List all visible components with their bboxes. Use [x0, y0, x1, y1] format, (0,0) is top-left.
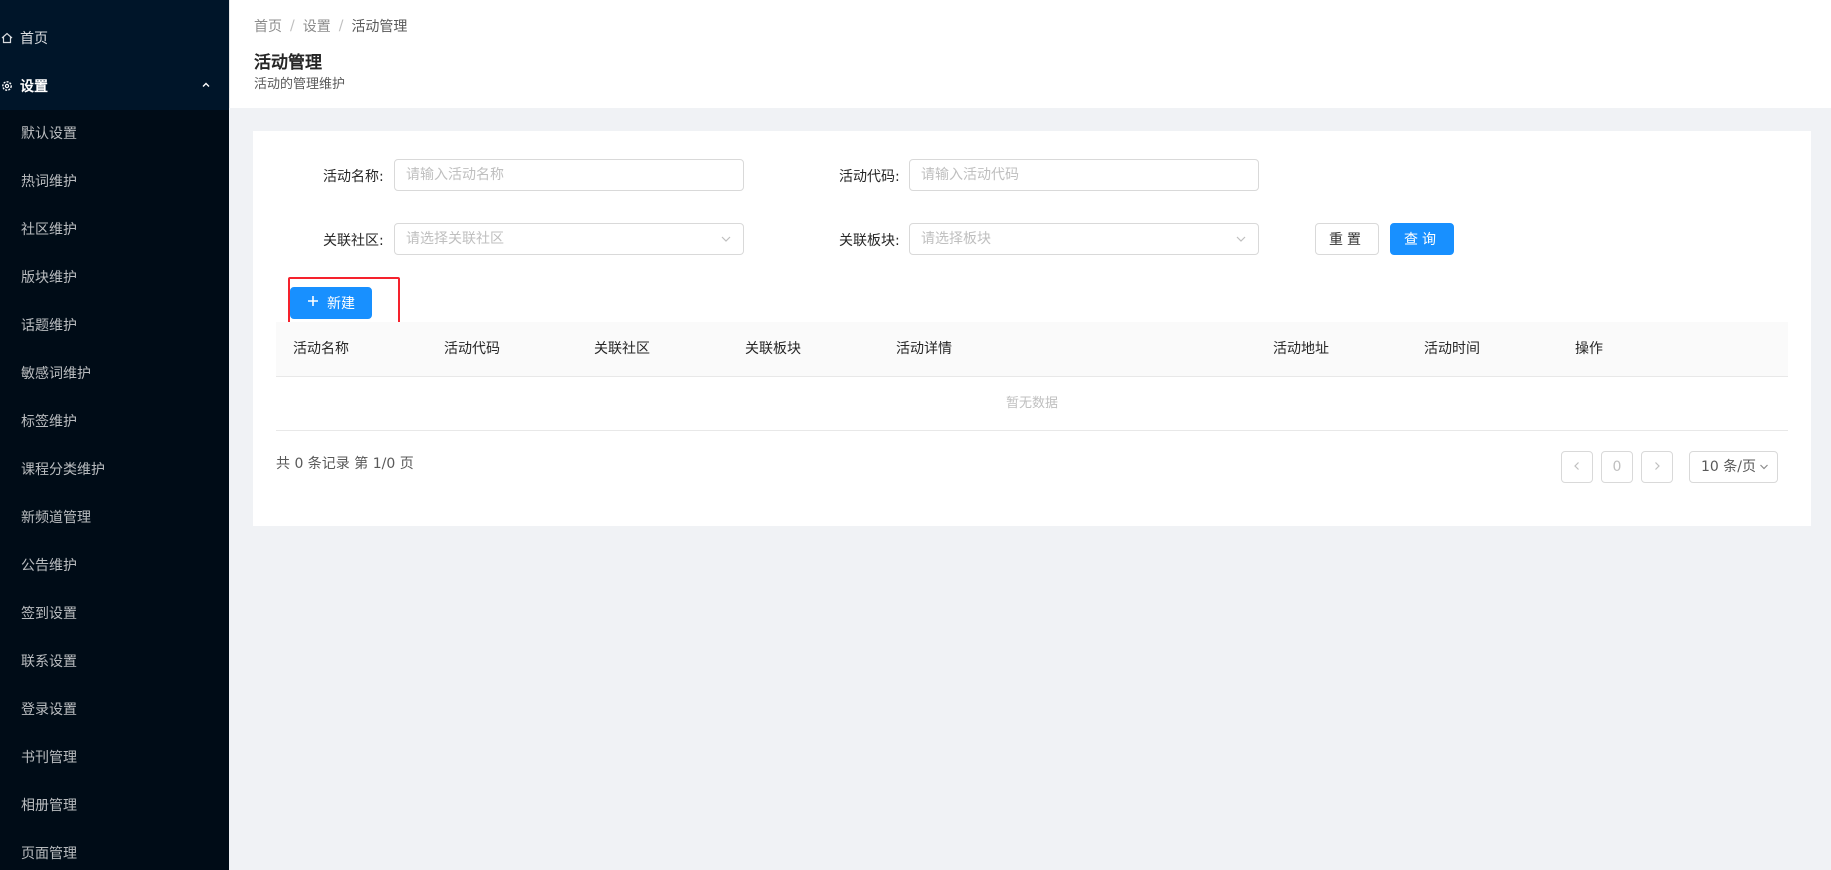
sidebar-item-block[interactable]: 版块维护	[0, 254, 229, 302]
sidebar-item-checkin[interactable]: 签到设置	[0, 590, 229, 638]
sidebar-group-settings[interactable]: 设置	[0, 62, 229, 110]
prev-page-button[interactable]	[1561, 451, 1593, 483]
reset-button[interactable]: 重置	[1315, 223, 1379, 255]
breadcrumb-separator: /	[338, 18, 344, 34]
block-select-placeholder: 请选择板块	[921, 231, 991, 247]
settings-submenu: 默认设置 热词维护 社区维护 版块维护 话题维护 敏感词维护 标签维护 课程分类…	[0, 110, 229, 870]
activity-code-input[interactable]: 请输入活动代码	[909, 159, 1259, 191]
sidebar-item-sensitive-words[interactable]: 敏感词维护	[0, 350, 229, 398]
sidebar: 首页 设置 默认设置 热词维护 社区维护 版块维护 话题维护 敏感词维护 标签维…	[0, 0, 229, 870]
page-size-value: 10 条/页	[1701, 459, 1756, 475]
column-header-address: 活动地址	[1273, 341, 1329, 357]
sidebar-item-login[interactable]: 登录设置	[0, 686, 229, 734]
current-page[interactable]: 0	[1601, 451, 1633, 483]
column-header-block: 关联板块	[745, 341, 801, 357]
breadcrumb-separator: /	[290, 18, 295, 34]
table-empty-state: 暂无数据	[276, 377, 1788, 431]
column-header-time: 活动时间	[1424, 341, 1480, 357]
new-button[interactable]: 新建	[290, 287, 372, 319]
new-button-label: 新建	[327, 296, 355, 312]
sidebar-item-community[interactable]: 社区维护	[0, 206, 229, 254]
sidebar-item-label: 首页	[20, 31, 48, 47]
page-title: 活动管理	[254, 53, 322, 73]
chevron-up-icon	[201, 79, 211, 93]
sidebar-item-hot-words[interactable]: 热词维护	[0, 158, 229, 206]
breadcrumb-settings[interactable]: 设置	[303, 16, 331, 36]
table-header: 活动名称 活动代码 关联社区 关联板块 活动详情 活动地址 活动时间 操作	[276, 322, 1788, 377]
activity-name-label: 活动名称:	[323, 169, 384, 185]
community-select-placeholder: 请选择关联社区	[406, 231, 504, 247]
sidebar-item-announcement[interactable]: 公告维护	[0, 542, 229, 590]
chevron-right-icon	[1652, 459, 1662, 475]
chevron-down-icon	[1759, 452, 1769, 493]
community-select[interactable]: 请选择关联社区	[394, 223, 744, 255]
content-card: 活动名称: 请输入活动名称 活动代码: 请输入活动代码 关联社区: 请选择关联社…	[253, 131, 1811, 526]
sidebar-item-new-channel[interactable]: 新频道管理	[0, 494, 229, 542]
sidebar-group-label: 设置	[20, 79, 48, 95]
next-page-button[interactable]	[1641, 451, 1673, 483]
breadcrumb-home[interactable]: 首页	[254, 16, 282, 36]
sidebar-item-default-settings[interactable]: 默认设置	[0, 110, 229, 158]
sidebar-item-albums[interactable]: 相册管理	[0, 782, 229, 830]
sidebar-item-pages[interactable]: 页面管理	[0, 830, 229, 870]
sidebar-item-books[interactable]: 书刊管理	[0, 734, 229, 782]
column-header-actions: 操作	[1575, 341, 1603, 357]
activity-table: 活动名称 活动代码 关联社区 关联板块 活动详情 活动地址 活动时间 操作 暂无…	[276, 322, 1788, 431]
breadcrumb: 首页 / 设置 / 活动管理	[254, 16, 407, 36]
block-select[interactable]: 请选择板块	[909, 223, 1259, 255]
chevron-down-icon	[720, 224, 732, 265]
sidebar-item-tags[interactable]: 标签维护	[0, 398, 229, 446]
home-icon	[0, 32, 14, 44]
community-label: 关联社区:	[323, 233, 384, 249]
page-subtitle: 活动的管理维护	[254, 77, 346, 92]
chevron-left-icon	[1572, 459, 1582, 475]
sidebar-item-course-category[interactable]: 课程分类维护	[0, 446, 229, 494]
page-header: 首页 / 设置 / 活动管理 活动管理 活动的管理维护	[229, 0, 1831, 108]
breadcrumb-current: 活动管理	[351, 19, 408, 35]
column-header-community: 关联社区	[594, 341, 650, 357]
pagination-summary: 共 0 条记录 第 1/0 页	[276, 456, 414, 472]
gear-icon	[0, 80, 14, 92]
plus-icon	[307, 295, 319, 311]
activity-code-label: 活动代码:	[839, 169, 900, 185]
query-button[interactable]: 查询	[1390, 223, 1454, 255]
column-header-detail: 活动详情	[896, 341, 952, 357]
page-size-select[interactable]: 10 条/页	[1689, 451, 1778, 483]
column-header-name: 活动名称	[293, 341, 349, 357]
sidebar-item-contact[interactable]: 联系设置	[0, 638, 229, 686]
sidebar-item-topic[interactable]: 话题维护	[0, 302, 229, 350]
activity-name-input[interactable]: 请输入活动名称	[394, 159, 744, 191]
block-label: 关联板块:	[839, 233, 900, 249]
sidebar-item-home[interactable]: 首页	[0, 14, 229, 62]
chevron-down-icon	[1235, 224, 1247, 265]
column-header-code: 活动代码	[444, 341, 500, 357]
